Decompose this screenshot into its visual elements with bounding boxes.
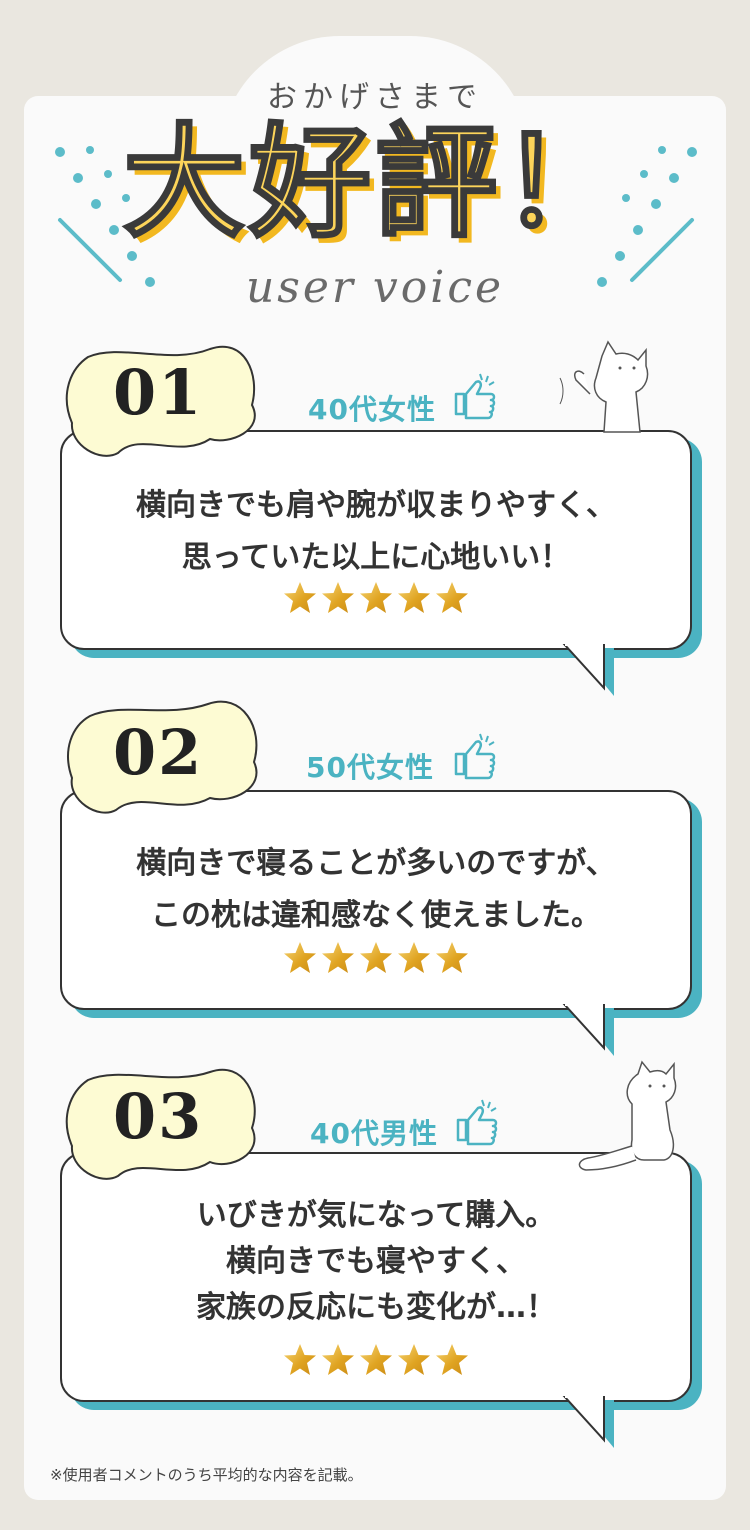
- star-icon: [360, 942, 392, 973]
- star-icon: [284, 582, 316, 613]
- cat-illustration: [559, 340, 649, 433]
- reviewer-age-label: 40代男性: [310, 1117, 438, 1150]
- review-bubble: いびきが気になって購入。 横向きでも寝やすく、 家族の反応にも変化が…！: [60, 1152, 692, 1402]
- review-text-line: この枕は違和感なく使えました。: [151, 898, 601, 933]
- star-icon: [436, 1344, 468, 1375]
- star-icon: [284, 942, 316, 973]
- header-subtitle: おかげさまで: [267, 80, 483, 115]
- star-icon: [398, 582, 430, 613]
- thumbs-up-icon: [456, 1099, 498, 1146]
- review-number: 01: [113, 356, 204, 429]
- review-text-line: 横向きで寝ることが多いのですが、: [136, 846, 616, 881]
- star-icon: [322, 1344, 354, 1375]
- review-text-line: 横向きでも肩や腕が収まりやすく、: [136, 488, 616, 523]
- bubble-tail: [562, 1396, 614, 1448]
- bubble-tail: [562, 644, 614, 696]
- reviewer-age-label: 40代女性: [308, 393, 436, 426]
- header-title: 大好評！: [122, 112, 627, 254]
- star-icon: [322, 942, 354, 973]
- star-rating: [62, 580, 690, 616]
- footnote: ※使用者コメントのうち平均的な内容を記載。: [50, 1466, 363, 1484]
- star-icon: [398, 1344, 430, 1375]
- star-icon: [436, 582, 468, 613]
- review-number: 02: [113, 716, 204, 789]
- header-script-text: user voice: [245, 262, 505, 313]
- star-icon: [360, 582, 392, 613]
- review-text-line: いびきが気になって購入。: [196, 1198, 556, 1233]
- star-icon: [398, 942, 430, 973]
- review-text-line: 横向きでも寝やすく、: [226, 1244, 526, 1279]
- star-rating: [62, 1342, 690, 1378]
- star-icon: [322, 582, 354, 613]
- review-text-line: 家族の反応にも変化が…！: [196, 1290, 556, 1325]
- star-icon: [436, 942, 468, 973]
- star-icon: [284, 1344, 316, 1375]
- star-rating: [62, 940, 690, 976]
- thumbs-up-icon: [454, 373, 496, 420]
- reviewer-age-label: 50代女性: [306, 751, 434, 784]
- thumbs-up-icon: [454, 733, 496, 780]
- cat-illustration: [578, 1060, 677, 1171]
- review-bubble: 横向きで寝ることが多いのですが、 この枕は違和感なく使えました。: [60, 790, 692, 1010]
- star-icon: [360, 1344, 392, 1375]
- review-text-line: 思っていた以上に心地いい！: [181, 540, 571, 575]
- review-number: 03: [113, 1080, 204, 1153]
- bubble-tail: [562, 1004, 614, 1056]
